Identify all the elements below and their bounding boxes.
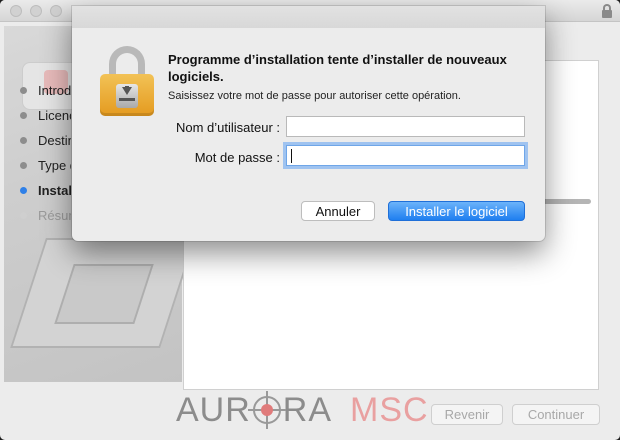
step-dot bbox=[20, 112, 27, 119]
step-licence: Licenc bbox=[20, 103, 71, 128]
back-button[interactable]: Revenir bbox=[431, 404, 503, 425]
watermark-text-left: AUR bbox=[176, 390, 251, 429]
target-logo-icon bbox=[247, 391, 286, 429]
step-introduction: Introd bbox=[20, 78, 71, 103]
installer-steps: Introd Licenc Destin Type d Instal Résum bbox=[20, 78, 71, 228]
watermark-suffix: MSC bbox=[350, 390, 429, 429]
lock-icon bbox=[100, 46, 154, 116]
close-window-button[interactable] bbox=[10, 5, 22, 17]
username-label: Nom d’utilisateur : bbox=[175, 120, 280, 135]
step-dot bbox=[20, 87, 27, 94]
auth-title: Programme d’installation tente d’install… bbox=[168, 52, 507, 84]
step-destination: Destin bbox=[20, 128, 71, 153]
text-caret bbox=[291, 149, 292, 163]
watermark-text-right: RA bbox=[282, 390, 333, 429]
progress-bar bbox=[543, 199, 591, 204]
aurora-msc-watermark: AUR RA MSC bbox=[176, 390, 429, 430]
authentication-sheet: Programme d’installation tente d’install… bbox=[72, 6, 545, 241]
minimize-window-button[interactable] bbox=[30, 5, 42, 17]
step-dot-pending bbox=[20, 212, 27, 219]
step-install-type: Type d bbox=[20, 153, 71, 178]
auth-subtitle: Saisissez votre mot de passe pour autori… bbox=[168, 90, 461, 102]
window-lock-icon bbox=[602, 4, 612, 18]
step-dot bbox=[20, 162, 27, 169]
zoom-window-button[interactable] bbox=[50, 5, 62, 17]
password-field[interactable] bbox=[286, 145, 525, 166]
step-dot-active bbox=[20, 187, 27, 194]
step-summary: Résum bbox=[20, 203, 71, 228]
step-dot bbox=[20, 137, 27, 144]
cancel-button[interactable]: Annuler bbox=[301, 201, 375, 221]
password-label: Mot de passe : bbox=[194, 150, 280, 165]
step-installation: Instal bbox=[20, 178, 71, 203]
sheet-header-strip bbox=[72, 6, 545, 28]
install-software-button[interactable]: Installer le logiciel bbox=[388, 201, 525, 221]
continue-button[interactable]: Continuer bbox=[512, 404, 600, 425]
username-field[interactable] bbox=[286, 116, 525, 137]
